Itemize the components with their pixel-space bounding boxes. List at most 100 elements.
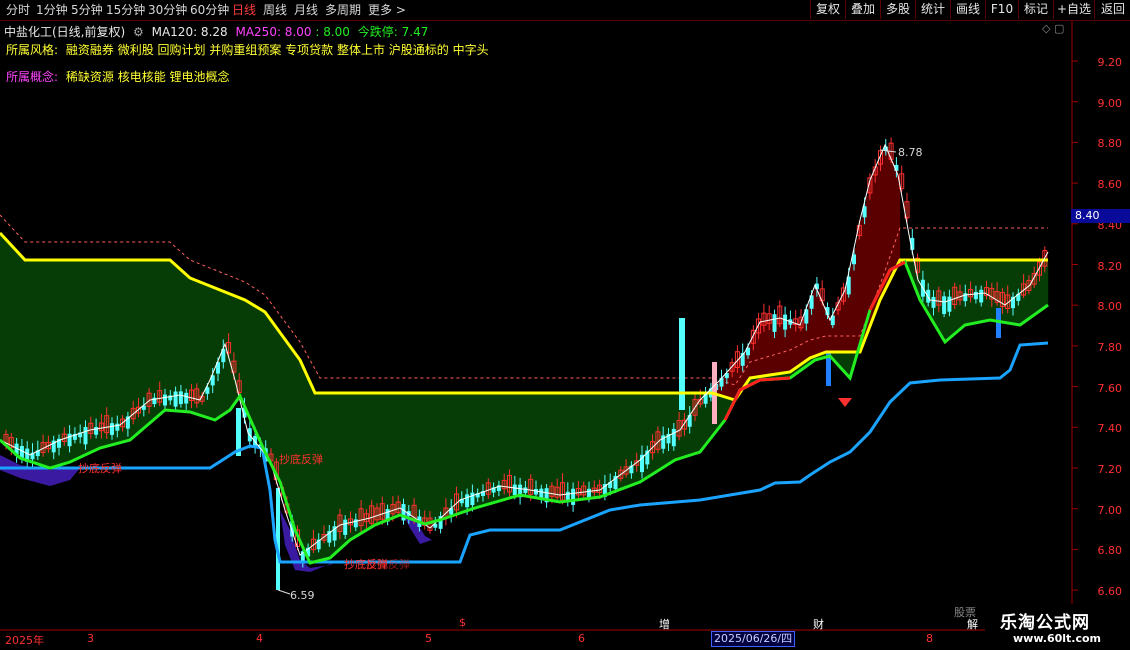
bear-fill [814, 287, 817, 357]
bear-fill [846, 285, 849, 352]
concepts-text: 稀缺资源 核电核能 锂电池概念 [65, 70, 230, 84]
bull-fill [246, 300, 249, 410]
bull-fill [248, 301, 251, 415]
bull-fill [384, 393, 387, 522]
bull-fill [56, 260, 59, 467]
bear-fill [750, 342, 753, 378]
kline-chart-canvas[interactable] [0, 0, 1130, 650]
bull-fill [40, 260, 43, 465]
price-tick-label: 8.80 [1097, 137, 1123, 151]
price-tick-label: 6.60 [1097, 585, 1123, 599]
bull-fill [406, 393, 409, 518]
bull-fill [966, 260, 969, 325]
bull-fill [178, 267, 181, 412]
current-price-tag: 8.40 [1071, 209, 1130, 223]
bull-fill [356, 393, 359, 537]
bull-fill [448, 393, 451, 518]
bull-fill [410, 393, 413, 519]
bull-fill [650, 393, 653, 476]
bull-fill [494, 393, 497, 503]
bull-fill [266, 313, 269, 454]
bull-fill [14, 248, 17, 453]
bull-fill [182, 270, 185, 412]
bull-fill [256, 306, 259, 433]
bull-fill [544, 393, 547, 500]
settings-icon[interactable]: ⚙ [133, 25, 144, 39]
candle-body-down [512, 484, 517, 496]
bull-fill [168, 260, 171, 411]
bull-fill [374, 393, 377, 526]
increase-marker[interactable]: 增 [659, 616, 670, 632]
bull-fill [34, 260, 37, 463]
bull-fill [296, 354, 299, 533]
bear-fill [858, 229, 861, 352]
bull-fill [652, 393, 655, 475]
styles-text: 融资融券 微利股 回购计划 并购重组预案 专项贷款 整体上市 沪股通标的 中字头 [65, 43, 489, 57]
stock-concepts: 所属概念: 稀缺资源 核电核能 锂电池概念 [6, 68, 230, 85]
bull-fill [428, 393, 431, 524]
bull-fill [670, 393, 673, 464]
bull-fill [264, 311, 267, 450]
bear-fill [780, 318, 783, 374]
bull-fill [540, 393, 543, 499]
expand-icon[interactable]: ◇ ▢ [1042, 22, 1064, 35]
stock-styles: 所属风格: 融资融券 微利股 回购计划 并购重组预案 专项贷款 整体上市 沪股通… [6, 41, 489, 58]
bull-fill [102, 260, 105, 448]
date-month-8: 8 [926, 632, 933, 645]
bull-fill [210, 286, 213, 419]
bull-fill [574, 393, 577, 501]
bull-fill [452, 393, 455, 516]
bull-fill [522, 393, 525, 496]
bear-fill [770, 320, 773, 375]
candle-body-down [110, 423, 114, 435]
candle-body-down [163, 394, 167, 406]
bull-fill [44, 260, 47, 466]
bull-fill [430, 393, 433, 523]
candle-body-down [178, 391, 183, 405]
date-month-6: 6 [578, 632, 585, 645]
bull-fill [176, 265, 179, 411]
finance-marker[interactable]: 财 [813, 616, 824, 632]
date-month-3: 3 [87, 632, 94, 645]
bear-fill [876, 166, 879, 311]
bull-fill [270, 318, 273, 462]
bull-fill [170, 260, 173, 411]
bull-fill [432, 393, 435, 523]
bull-fill [664, 393, 667, 467]
candle-body-down [343, 519, 348, 535]
bull-fill [22, 256, 25, 459]
bull-fill [546, 393, 549, 500]
bull-fill [218, 289, 221, 418]
dividend-marker[interactable]: $ [459, 616, 466, 629]
bull-fill [408, 393, 411, 518]
bull-fill [352, 393, 355, 539]
bull-fill [36, 260, 39, 464]
bull-fill [166, 260, 169, 411]
kline-chart[interactable]: 中盐化工(日线,前复权) ⚙ MA120: 8.28 MA250: 8.00 :… [0, 0, 1130, 650]
bull-fill [1046, 260, 1049, 307]
bull-fill [838, 352, 841, 365]
bull-fill [420, 393, 423, 523]
bull-fill [268, 316, 271, 458]
bull-fill [584, 393, 587, 499]
bull-fill [314, 390, 317, 562]
bull-fill [404, 393, 407, 517]
bull-fill [596, 393, 599, 498]
bull-fill [122, 260, 125, 443]
candle-body-down [534, 489, 538, 495]
bull-fill [660, 393, 663, 470]
candle-body-down [94, 427, 99, 435]
bull-fill [468, 393, 471, 511]
bull-fill [46, 260, 49, 467]
bear-fill [852, 257, 855, 352]
price-tick-label: 8.60 [1097, 178, 1123, 192]
bull-fill [308, 377, 311, 559]
bull-fill [708, 393, 711, 442]
bull-fill [848, 352, 851, 376]
bear-fill [818, 292, 821, 355]
bull-fill [600, 393, 603, 497]
bull-fill [274, 324, 277, 470]
bull-fill [24, 258, 27, 460]
bull-fill [288, 343, 291, 508]
bull-fill [310, 382, 313, 563]
